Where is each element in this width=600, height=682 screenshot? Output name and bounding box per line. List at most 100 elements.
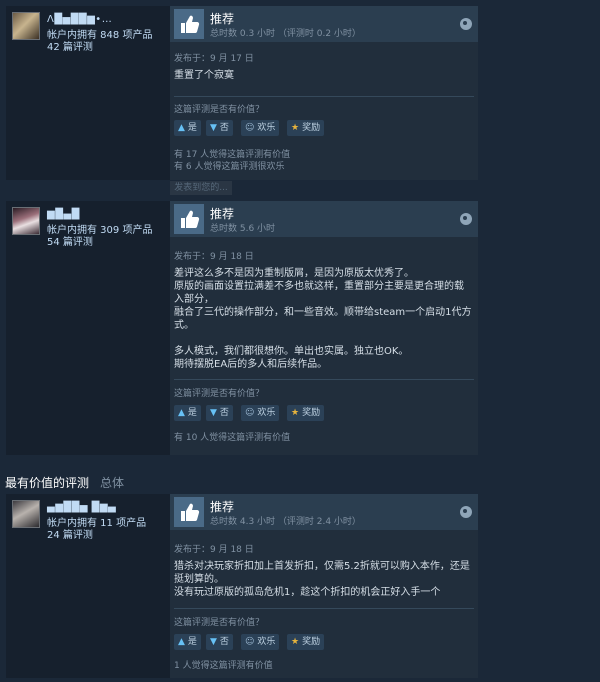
vote-no-button[interactable]: ▼ 否 <box>206 120 233 136</box>
vote-yes-label: 是 <box>187 123 197 133</box>
award-icon: ★ <box>291 408 300 418</box>
owned-products[interactable]: 帐户内拥有 11 项产品 <box>47 518 146 530</box>
helpful-count: 1 人觉得这篇评测有价值 <box>174 661 273 671</box>
vote-funny-button[interactable]: ☺ 欢乐 <box>241 120 280 136</box>
vote-info: 1 人觉得这篇评测有价值 <box>174 660 273 672</box>
review-panel: 推荐 总时数 4.3 小时 （评测时 2.4 小时） 发布于：9 月 18 日 … <box>170 494 478 678</box>
share-button[interactable]: 发表到您的... <box>170 181 232 195</box>
section-filter[interactable]: 总体 <box>100 474 124 491</box>
award-label: 奖励 <box>302 637 321 647</box>
funny-count: 有 6 人觉得这篇评测很欢乐 <box>174 162 285 172</box>
review-text-line: 多人模式，我们都很想你。单出也实属。独立也OK。 <box>174 346 409 357</box>
review-panel: 推荐 总时数 0.3 小时 （评测时 0.2 小时） 发布于：9 月 17 日 … <box>170 6 478 180</box>
owned-products[interactable]: 帐户内拥有 309 项产品 <box>47 225 152 237</box>
author-name[interactable]: ▆█▄█ <box>47 209 80 220</box>
thumbs-up-icon: ▲ <box>178 123 185 133</box>
playtime: 总时数 4.3 小时 （评测时 2.4 小时） <box>210 517 361 527</box>
vote-yes-button[interactable]: ▲ 是 <box>174 120 201 136</box>
helpful-question: 这篇评测是否有价值？ <box>174 618 265 628</box>
author-stats: 帐户内拥有 11 项产品 24 篇评测 <box>47 518 146 542</box>
thumbs-up-icon: ▲ <box>178 637 185 647</box>
review-body: 重置了个寂寞 <box>174 69 472 82</box>
review-body: 猎杀对决玩家折扣加上首发折扣，仅需5.2折就可以购入本作，还是挺划算的。 没有玩… <box>174 560 472 599</box>
review-text-line: 融合了三代的操作部分，和一些音效。顺带给steam一个启动1代方式。 <box>174 307 472 331</box>
helpful-question: 这篇评测是否有价值？ <box>174 105 265 115</box>
owned-products[interactable]: 帐户内拥有 848 项产品 <box>47 30 152 42</box>
avatar[interactable] <box>12 207 40 235</box>
playtime: 总时数 5.6 小时 <box>210 224 276 234</box>
divider <box>174 96 474 97</box>
helpful-question: 这篇评测是否有价值？ <box>174 389 265 399</box>
review-text-line <box>174 332 472 345</box>
review-card: ▆█▄█ 帐户内拥有 309 项产品 54 篇评测 推荐 总时数 5.6 小时 … <box>6 201 478 455</box>
review-count[interactable]: 42 篇评测 <box>47 42 152 54</box>
vote-funny-label: 欢乐 <box>257 408 276 418</box>
thumbs-down-icon: ▼ <box>210 637 217 647</box>
review-count[interactable]: 54 篇评测 <box>47 237 152 249</box>
vote-funny-label: 欢乐 <box>257 637 276 647</box>
thumbs-up-icon <box>174 497 204 527</box>
review-body: 差评这么多不是因为重制版屑，是因为原版太优秀了。 原版的画面设置拉满差不多也就这… <box>174 267 472 371</box>
posted-date: 发布于：9 月 18 日 <box>174 252 254 262</box>
vote-info: 有 17 人觉得这篇评测有价值 有 6 人觉得这篇评测很欢乐 <box>174 149 290 173</box>
vote-funny-button[interactable]: ☺ 欢乐 <box>241 405 280 421</box>
thumbs-down-icon: ▼ <box>210 408 217 418</box>
award-button[interactable]: ★ 奖励 <box>287 405 325 421</box>
thumbs-up-icon: ▲ <box>178 408 185 418</box>
vote-yes-label: 是 <box>187 408 197 418</box>
steam-icon <box>460 506 472 518</box>
helpful-count: 有 10 人觉得这篇评测有价值 <box>174 433 291 443</box>
smile-icon: ☺ <box>245 637 255 647</box>
review-verdict: 推荐 <box>210 12 235 26</box>
award-label: 奖励 <box>302 408 321 418</box>
vote-yes-button[interactable]: ▲ 是 <box>174 634 201 650</box>
review-panel: 推荐 总时数 5.6 小时 发布于：9 月 18 日 差评这么多不是因为重制版屑… <box>170 201 478 455</box>
review-count[interactable]: 24 篇评测 <box>47 530 146 542</box>
author-name[interactable]: ▄▆██▅ █▆▄ <box>47 502 116 513</box>
author-stats: 帐户内拥有 309 项产品 54 篇评测 <box>47 225 152 249</box>
posted-date: 发布于：9 月 17 日 <box>174 54 254 64</box>
vote-no-label: 否 <box>219 637 229 647</box>
author-stats: 帐户内拥有 848 项产品 42 篇评测 <box>47 30 152 54</box>
review-text-line: 重置了个寂寞 <box>174 70 234 81</box>
author-name[interactable]: Λ█▅██▆•… <box>47 14 112 25</box>
playtime: 总时数 0.3 小时 （评测时 0.2 小时） <box>210 29 361 39</box>
smile-icon: ☺ <box>245 408 255 418</box>
vote-no-button[interactable]: ▼ 否 <box>206 634 233 650</box>
helpful-count: 有 17 人觉得这篇评测有价值 <box>174 150 291 160</box>
award-button[interactable]: ★ 奖励 <box>287 634 325 650</box>
thumbs-up-icon <box>174 9 204 39</box>
vote-funny-button[interactable]: ☺ 欢乐 <box>241 634 280 650</box>
divider <box>174 379 474 380</box>
review-text-line: 猎杀对决玩家折扣加上首发折扣，仅需5.2折就可以购入本作，还是挺划算的。 <box>174 561 470 585</box>
vote-yes-button[interactable]: ▲ 是 <box>174 405 201 421</box>
vote-header[interactable]: 推荐 总时数 5.6 小时 <box>170 201 478 237</box>
review-card: Λ█▅██▆•… 帐户内拥有 848 项产品 42 篇评测 推荐 总时数 0.3… <box>6 6 478 180</box>
thumbs-down-icon: ▼ <box>210 123 217 133</box>
review-text-line: 期待摆脱EA后的多人和后续作品。 <box>174 359 328 370</box>
vote-header[interactable]: 推荐 总时数 4.3 小时 （评测时 2.4 小时） <box>170 494 478 530</box>
smile-icon: ☺ <box>245 123 255 133</box>
review-text-line: 没有玩过原版的孤岛危机1，趁这个折扣的机会正好入手一个 <box>174 587 441 598</box>
divider <box>174 608 474 609</box>
award-button[interactable]: ★ 奖励 <box>287 120 325 136</box>
steam-icon <box>460 213 472 225</box>
vote-yes-label: 是 <box>187 637 197 647</box>
vote-header[interactable]: 推荐 总时数 0.3 小时 （评测时 0.2 小时） <box>170 6 478 42</box>
vote-info: 有 10 人觉得这篇评测有价值 <box>174 432 290 444</box>
review-card: ▄▆██▅ █▆▄ 帐户内拥有 11 项产品 24 篇评测 推荐 总时数 4.3… <box>6 494 478 678</box>
vote-no-label: 否 <box>219 408 229 418</box>
review-text-line: 差评这么多不是因为重制版屑，是因为原版太优秀了。 <box>174 268 414 279</box>
review-text-line: 原版的画面设置拉满差不多也就这样，重置部分主要是更合理的载入部分， <box>174 281 464 305</box>
steam-icon <box>460 18 472 30</box>
posted-date: 发布于：9 月 18 日 <box>174 545 254 555</box>
vote-no-label: 否 <box>219 123 229 133</box>
vote-funny-label: 欢乐 <box>257 123 276 133</box>
review-verdict: 推荐 <box>210 207 235 221</box>
award-label: 奖励 <box>302 123 321 133</box>
avatar[interactable] <box>12 500 40 528</box>
thumbs-up-icon <box>174 204 204 234</box>
vote-no-button[interactable]: ▼ 否 <box>206 405 233 421</box>
award-icon: ★ <box>291 123 300 133</box>
avatar[interactable] <box>12 12 40 40</box>
